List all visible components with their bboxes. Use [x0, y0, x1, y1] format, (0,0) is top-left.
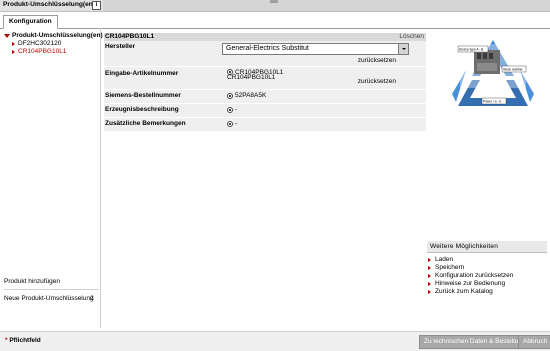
- technical-data-button[interactable]: Zu technischen Daten & Bestellung: [419, 335, 531, 349]
- link-konfiguration-zuruecksetzen[interactable]: Konfiguration zurücksetzen: [427, 272, 547, 280]
- link-label: Zurück zum Katalog: [435, 288, 493, 295]
- row-erzeugnisbeschreibung: Erzeugnisbeschreibung -: [104, 104, 426, 118]
- delete-link[interactable]: Löschen: [399, 33, 424, 41]
- arrow-right-icon: [428, 265, 431, 270]
- info-icon[interactable]: i: [92, 1, 101, 10]
- resize-grip[interactable]: [270, 0, 278, 3]
- new-conversion-row[interactable]: Neue Produkt-Umschlüsselung 2: [4, 295, 99, 302]
- arrow-right-icon: [428, 273, 431, 278]
- hersteller-select[interactable]: General-Electrics Substitut: [222, 43, 409, 55]
- arrow-right-icon: [428, 281, 431, 286]
- tree-item-df2hc302120[interactable]: DF2HC302120: [4, 40, 99, 48]
- product-tree: Produkt-Umschlüsselung(en) DF2HC302120 C…: [4, 32, 103, 56]
- arrow-right-icon: [12, 41, 15, 46]
- label-siemens-bestellnummer: Siemens-Bestellnummer: [105, 92, 181, 99]
- more-options-title: Weitere Möglichkeiten: [427, 241, 547, 253]
- label-zusaetzliche-bemerkungen: Zusätzliche Bemerkungen: [105, 120, 186, 127]
- add-product-panel: Produkt hinzufügen Neue Produkt-Umschlüs…: [4, 278, 99, 302]
- arrow-right-icon: [428, 289, 431, 294]
- link-label: Speichern: [435, 264, 465, 271]
- tree-item-label: CR104PBG10L1: [18, 48, 67, 55]
- tree-root-label: Produkt-Umschlüsselung(en): [12, 32, 103, 39]
- row-eingabe-artikelnummer: Eingabe-Artikelnummer CR104PBG10L1 CR104…: [104, 67, 426, 90]
- form-product-code: CR104PBG10L1: [105, 33, 155, 40]
- title-bar-fill: [103, 0, 550, 11]
- arrow-right-icon: [428, 257, 431, 262]
- link-label: Laden: [435, 256, 454, 263]
- arrow-right-icon: [12, 49, 15, 54]
- chevron-down-icon[interactable]: [398, 44, 408, 54]
- radio-siemens[interactable]: [227, 93, 233, 99]
- row-siemens-bestellnummer: Siemens-Bestellnummer 52PA8A5K: [104, 90, 426, 104]
- link-speichern[interactable]: Speichern: [427, 264, 547, 272]
- erzeugnis-value: -: [235, 106, 238, 113]
- link-laden[interactable]: Laden: [427, 256, 547, 264]
- eingabe-reset-link[interactable]: zurücksetzen: [358, 78, 396, 85]
- tree-item-label: DF2HC302120: [18, 40, 62, 47]
- logo-label-1: Device type A - B: [459, 48, 483, 52]
- recycle-arrows-icon: Device type A - B Stock number Power / a…: [452, 40, 534, 106]
- required-field-note: * Pflichtfeld: [5, 337, 41, 345]
- cancel-button[interactable]: Abbruch: [518, 335, 550, 349]
- siemens-value: 52PA8A5K: [235, 92, 267, 99]
- tab-konfiguration[interactable]: Konfiguration: [3, 15, 58, 29]
- label-hersteller: Hersteller: [105, 43, 135, 50]
- hersteller-selected-value: General-Electrics Substitut: [226, 45, 309, 52]
- title-bar: Produkt-Umschlüsselung(en) i: [0, 0, 550, 12]
- label-erzeugnisbeschreibung: Erzeugnisbeschreibung: [105, 106, 179, 113]
- logo-label-3: Power / a - b: [483, 100, 501, 104]
- logo-label-2: Stock number: [503, 68, 524, 72]
- link-hinweise[interactable]: Hinweise zur Bedienung: [427, 280, 547, 288]
- link-label: Konfiguration zurücksetzen: [435, 272, 514, 279]
- product-form: CR104PBG10L1 Löschen Hersteller General-…: [104, 33, 426, 132]
- tree-root[interactable]: Produkt-Umschlüsselung(en): [4, 32, 103, 40]
- row-zusaetzliche-bemerkungen: Zusätzliche Bemerkungen -: [104, 118, 426, 132]
- vertical-divider: [100, 28, 101, 328]
- new-conversion-label: Neue Produkt-Umschlüsselung: [4, 295, 94, 302]
- link-label: Hinweise zur Bedienung: [435, 280, 506, 287]
- row-hersteller: Hersteller General-Electrics Substitut z…: [104, 41, 426, 67]
- add-product-label: Produkt hinzufügen: [4, 278, 99, 290]
- product-conversion-logo: Device type A - B Stock number Power / a…: [448, 36, 538, 114]
- new-conversion-count[interactable]: 2: [90, 295, 94, 302]
- link-zurueck-katalog[interactable]: Zurück zum Katalog: [427, 288, 547, 296]
- more-options-panel: Weitere Möglichkeiten Laden Speichern Ko…: [427, 241, 547, 296]
- expanded-triangle-icon: [4, 34, 10, 38]
- label-eingabe-artikelnummer: Eingabe-Artikelnummer: [105, 70, 179, 77]
- tree-item-cr104pbg10l1[interactable]: CR104PBG10L1: [4, 48, 99, 56]
- eingabe-input-value[interactable]: CR104PBG10L1: [227, 74, 275, 81]
- radio-erzeugnis[interactable]: [227, 107, 233, 113]
- bemerkungen-value: -: [235, 120, 238, 127]
- hersteller-reset-link[interactable]: zurücksetzen: [358, 57, 396, 64]
- window-title: Produkt-Umschlüsselung(en): [3, 1, 95, 8]
- required-star: *: [5, 337, 8, 344]
- tab-strip: Konfiguration: [0, 12, 550, 29]
- required-label: Pflichtfeld: [9, 337, 41, 344]
- form-header: CR104PBG10L1 Löschen: [104, 33, 426, 41]
- footer-bar: * Pflichtfeld Zu technischen Daten & Bes…: [0, 331, 550, 351]
- radio-bemerkungen[interactable]: [227, 121, 233, 127]
